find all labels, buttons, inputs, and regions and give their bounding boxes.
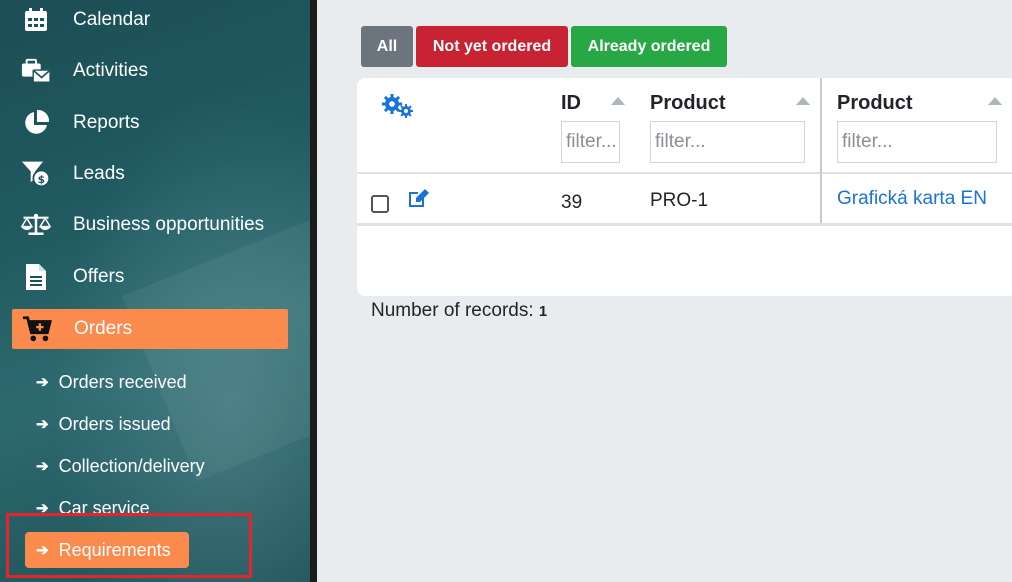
sidebar-item-offers[interactable]: Offers [0,257,310,297]
record-count-label: Number of records: [371,300,534,321]
record-count: Number of records: 1 [371,300,547,322]
record-count-value: 1 [538,303,548,320]
sidebar-item-label: Leads [73,163,125,184]
sidebar-item-label: Reports [73,112,140,133]
filter-all-button[interactable]: All [361,26,413,67]
sidebar-subitem-label: Orders issued [58,413,171,434]
arrow-right-icon: ➔ [36,458,49,475]
filter-bar: All Not yet ordered Already ordered [361,26,727,67]
sidebar-subitem-orders-received[interactable]: ➔ Orders received [36,367,187,397]
sidebar-item-label: Orders [74,318,133,339]
settings-cogs-icon[interactable] [381,93,415,124]
svg-text:$: $ [38,174,45,186]
requirements-table: ID Product Product 39 PRO-1 Grafická kar… [357,78,1012,296]
cell-product-name-link[interactable]: Grafická karta EN [837,188,987,210]
highlight-box [6,513,252,578]
cart-icon [22,314,52,344]
sidebar-item-business-opportunities[interactable]: Business opportunities [0,205,310,245]
sort-ascending-icon[interactable] [796,97,810,105]
row-select-checkbox[interactable] [371,195,389,213]
column-header-product-code[interactable]: Product [650,92,726,115]
sidebar-subitem-label: Collection/delivery [58,455,205,476]
table-header: ID Product Product [357,78,1012,174]
sort-ascending-icon[interactable] [611,97,625,105]
sidebar-item-label: Calendar [73,9,151,30]
filter-already-ordered-button[interactable]: Already ordered [571,26,727,67]
sidebar-item-reports[interactable]: Reports [0,103,310,143]
filter-input-id[interactable] [561,121,620,163]
cell-id: 39 [561,192,583,213]
sidebar-item-orders[interactable]: Orders [12,309,288,349]
funnel-dollar-icon: $ [21,159,51,189]
sidebar-item-label: Business opportunities [73,214,265,235]
sidebar-item-label: Offers [73,266,125,287]
activities-icon [21,56,51,86]
document-icon [21,262,51,292]
pie-chart-icon [21,108,51,138]
sidebar-item-calendar[interactable]: Calendar [0,0,310,40]
sidebar-subitem-label: Orders received [58,371,187,392]
sidebar-item-leads[interactable]: $ Leads [0,154,310,194]
arrow-right-icon: ➔ [36,374,49,391]
sort-ascending-icon[interactable] [988,97,1002,105]
sidebar-item-activities[interactable]: Activities [0,51,310,91]
sidebar-subitem-orders-issued[interactable]: ➔ Orders issued [36,409,171,439]
calendar-icon [21,5,51,35]
sidebar-divider [310,0,317,582]
edit-icon[interactable] [407,187,431,214]
sidebar-subitem-collection-delivery[interactable]: ➔ Collection/delivery [36,451,205,481]
filter-input-product-name[interactable] [837,121,997,163]
column-header-product-name[interactable]: Product [837,92,913,115]
filter-input-product-code[interactable] [650,121,805,163]
balance-scale-icon [21,210,51,240]
sidebar-item-label: Activities [73,60,148,81]
cell-product-code: PRO-1 [650,190,709,211]
column-header-id[interactable]: ID [561,92,581,115]
sidebar: Calendar Activities Reports $ Leads Busi… [0,0,310,582]
arrow-right-icon: ➔ [36,416,49,433]
table-row: 39 PRO-1 Grafická karta EN [357,174,1012,226]
filter-not-ordered-button[interactable]: Not yet ordered [416,26,568,67]
